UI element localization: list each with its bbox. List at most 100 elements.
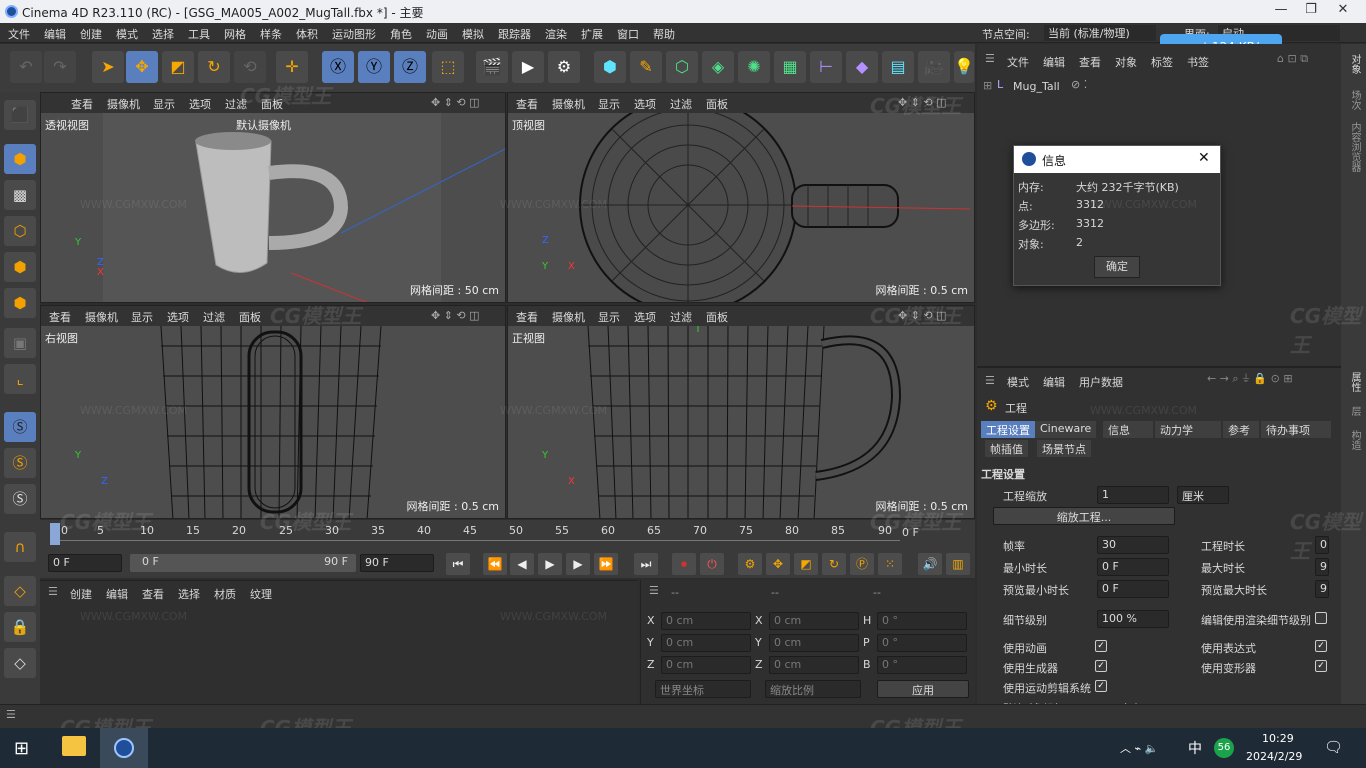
extrude-icon[interactable]: ◈ bbox=[702, 51, 734, 83]
menu-mesh[interactable]: 网格 bbox=[224, 26, 246, 42]
x-axis-lock-icon[interactable]: Ⓧ bbox=[322, 51, 354, 83]
tab-keyframe-interpolation[interactable]: 帧插值 bbox=[985, 440, 1028, 457]
light-icon[interactable]: 💡 bbox=[954, 51, 974, 83]
strip-tab-structure[interactable]: 构造 bbox=[1347, 430, 1362, 450]
vp-panel-menu[interactable]: 面板 bbox=[706, 96, 728, 112]
minimize-button[interactable]: — bbox=[1266, 2, 1296, 20]
vp-camera-menu[interactable]: 摄像机 bbox=[552, 96, 585, 112]
key-position-icon[interactable]: ✥ bbox=[766, 553, 790, 575]
use-animation-checkbox[interactable]: ✓ bbox=[1095, 640, 1107, 652]
world-coords-select[interactable]: 世界坐标 bbox=[655, 680, 751, 698]
obj-toolbar-icons[interactable]: ⌂ ⊡ ⧉ bbox=[1277, 52, 1308, 66]
tab-project-settings[interactable]: 工程设置 bbox=[981, 421, 1035, 438]
menu-window[interactable]: 窗口 bbox=[617, 26, 639, 42]
vp-view-menu[interactable]: 查看 bbox=[49, 309, 71, 325]
menu-create[interactable]: 创建 bbox=[80, 26, 102, 42]
key-scale-icon[interactable]: ◩ bbox=[794, 553, 818, 575]
mat-menu-select[interactable]: 选择 bbox=[178, 586, 200, 602]
menu-animate[interactable]: 动画 bbox=[426, 26, 448, 42]
tab-referencing[interactable]: 参考 bbox=[1223, 421, 1259, 438]
max-time-field[interactable]: 9 bbox=[1315, 558, 1329, 576]
use-deformers-checkbox[interactable]: ✓ bbox=[1315, 660, 1327, 672]
vp-display-menu[interactable]: 显示 bbox=[598, 96, 620, 112]
vp-display-menu[interactable]: 显示 bbox=[153, 96, 175, 112]
render-view-icon[interactable]: 🎬 bbox=[476, 51, 508, 83]
texture-mode-icon[interactable]: ▩ bbox=[4, 180, 36, 210]
ime-indicator[interactable]: 中 bbox=[1188, 738, 1202, 758]
perspective-viewport[interactable]: 查看 摄像机 显示 选项 过滤 面板 ✥ ⇕ ⟲ ◫ 透视视图 默认摄像机 网格… bbox=[40, 92, 506, 303]
project-scale-field[interactable]: 1 bbox=[1097, 486, 1169, 504]
pos-x-field[interactable]: 0 cm bbox=[661, 612, 751, 630]
attr-menu-userdata[interactable]: 用户数据 bbox=[1079, 374, 1123, 390]
preview-min-field[interactable]: 0 F bbox=[1097, 580, 1169, 598]
vp-panel-menu[interactable]: 面板 bbox=[706, 309, 728, 325]
preview-max-field[interactable]: 9 bbox=[1315, 580, 1329, 598]
mograph-cubes-icon[interactable]: ▦ bbox=[774, 51, 806, 83]
lod-field[interactable]: 100 % bbox=[1097, 610, 1169, 628]
vp-filter-menu[interactable]: 过滤 bbox=[225, 96, 247, 112]
magnet-icon[interactable]: ∩ bbox=[4, 532, 36, 562]
dialog-close-icon[interactable]: ✕ bbox=[1198, 150, 1210, 166]
viewport-nav-icons[interactable]: ✥ ⇕ ⟲ ◫ bbox=[431, 96, 480, 109]
points-mode-icon[interactable]: ⬡ bbox=[4, 216, 36, 246]
subdivision-icon[interactable]: ⬡ bbox=[666, 51, 698, 83]
rot-b-field[interactable]: 0 ° bbox=[877, 656, 967, 674]
make-editable-icon[interactable]: ⬛ bbox=[4, 100, 36, 130]
visibility-icon[interactable]: ⊘ ⁚ bbox=[1071, 78, 1087, 91]
cloner-icon[interactable]: ✺ bbox=[738, 51, 770, 83]
uv-mode-icon[interactable]: ▣ bbox=[4, 328, 36, 358]
vp-filter-menu[interactable]: 过滤 bbox=[670, 309, 692, 325]
obj-menu-object[interactable]: 对象 bbox=[1115, 54, 1137, 70]
axis-mode-icon[interactable]: ⌞ bbox=[4, 364, 36, 394]
strip-tab-content-browser[interactable]: 内容浏览器 bbox=[1347, 122, 1362, 172]
key-rotation-icon[interactable]: ↻ bbox=[822, 553, 846, 575]
vp-panel-menu[interactable]: 面板 bbox=[261, 96, 283, 112]
menu-select[interactable]: 选择 bbox=[152, 26, 174, 42]
tab-cineware[interactable]: Cineware bbox=[1035, 421, 1097, 438]
snap-settings-icon[interactable]: Ⓢ bbox=[4, 448, 36, 478]
expand-icon[interactable]: ⊞ bbox=[983, 79, 992, 92]
next-key-icon[interactable]: ⏩ bbox=[594, 553, 618, 575]
edges-mode-icon[interactable]: ⬢ bbox=[4, 252, 36, 282]
pos-z-field[interactable]: 0 cm bbox=[661, 656, 751, 674]
keyframe-settings-icon[interactable]: ⚙ bbox=[738, 553, 762, 575]
viewport-nav-icons[interactable]: ✥ ⇕ ⟲ ◫ bbox=[898, 309, 947, 322]
menu-edit[interactable]: 编辑 bbox=[44, 26, 66, 42]
front-viewport[interactable]: 查看 摄像机 显示 选项 过滤 面板 ✥ ⇕ ⟲ ◫ 正视图 网格间距 : 0.… bbox=[507, 305, 975, 519]
obj-menu-tags[interactable]: 标签 bbox=[1151, 54, 1173, 70]
attr-menu-edit[interactable]: 编辑 bbox=[1043, 374, 1065, 390]
strip-tab-attributes[interactable]: 属性 bbox=[1347, 372, 1362, 392]
windows-start-icon[interactable]: ⊞ bbox=[14, 738, 29, 759]
render-picture-viewer-icon[interactable]: ▶ bbox=[512, 51, 544, 83]
attr-menu-mode[interactable]: 模式 bbox=[1007, 374, 1029, 390]
autokey-icon[interactable]: ⏻ bbox=[700, 553, 724, 575]
obj-menu-view[interactable]: 查看 bbox=[1079, 54, 1101, 70]
vp-camera-menu[interactable]: 摄像机 bbox=[552, 309, 585, 325]
menu-file[interactable]: 文件 bbox=[8, 26, 30, 42]
mat-menu-edit[interactable]: 编辑 bbox=[106, 586, 128, 602]
scale-icon[interactable]: ◩ bbox=[162, 51, 194, 83]
vp-camera-menu[interactable]: 摄像机 bbox=[107, 96, 140, 112]
scale-mode-select[interactable]: 缩放比例 bbox=[765, 680, 861, 698]
workplane-icon[interactable]: ◇ bbox=[4, 576, 36, 606]
vp-panel-menu[interactable]: 面板 bbox=[239, 309, 261, 325]
viewport-nav-icons[interactable]: ✥ ⇕ ⟲ ◫ bbox=[898, 96, 947, 109]
vp-view-menu[interactable]: 查看 bbox=[516, 309, 538, 325]
object-row[interactable]: ⊞ L Mug_Tall ⊘ ⁚ bbox=[977, 74, 1341, 98]
key-param-icon[interactable]: Ⓟ bbox=[850, 553, 874, 575]
coordinate-system-icon[interactable]: ⬚ bbox=[432, 51, 464, 83]
cube-icon[interactable]: ⬢ bbox=[594, 51, 626, 83]
mat-menu-material[interactable]: 材质 bbox=[214, 586, 236, 602]
mat-menu-texture[interactable]: 纹理 bbox=[250, 586, 272, 602]
tab-dynamics[interactable]: 动力学 bbox=[1155, 421, 1221, 438]
vp-filter-menu[interactable]: 过滤 bbox=[670, 96, 692, 112]
range-slider[interactable]: 0 F 90 F bbox=[130, 554, 356, 572]
clock-date[interactable]: 2024/2/29 bbox=[1246, 750, 1302, 763]
floor-icon[interactable]: ▤ bbox=[882, 51, 914, 83]
timeline-ruler[interactable]: 0 5 10 15 20 25 30 35 40 45 50 55 60 65 … bbox=[40, 520, 975, 550]
hamburger-icon[interactable]: ☰ bbox=[48, 585, 58, 598]
next-frame-icon[interactable]: ▶ bbox=[566, 553, 590, 575]
vp-display-menu[interactable]: 显示 bbox=[131, 309, 153, 325]
sound-icon[interactable]: 🔊 bbox=[918, 553, 942, 575]
obj-menu-edit[interactable]: 编辑 bbox=[1043, 54, 1065, 70]
